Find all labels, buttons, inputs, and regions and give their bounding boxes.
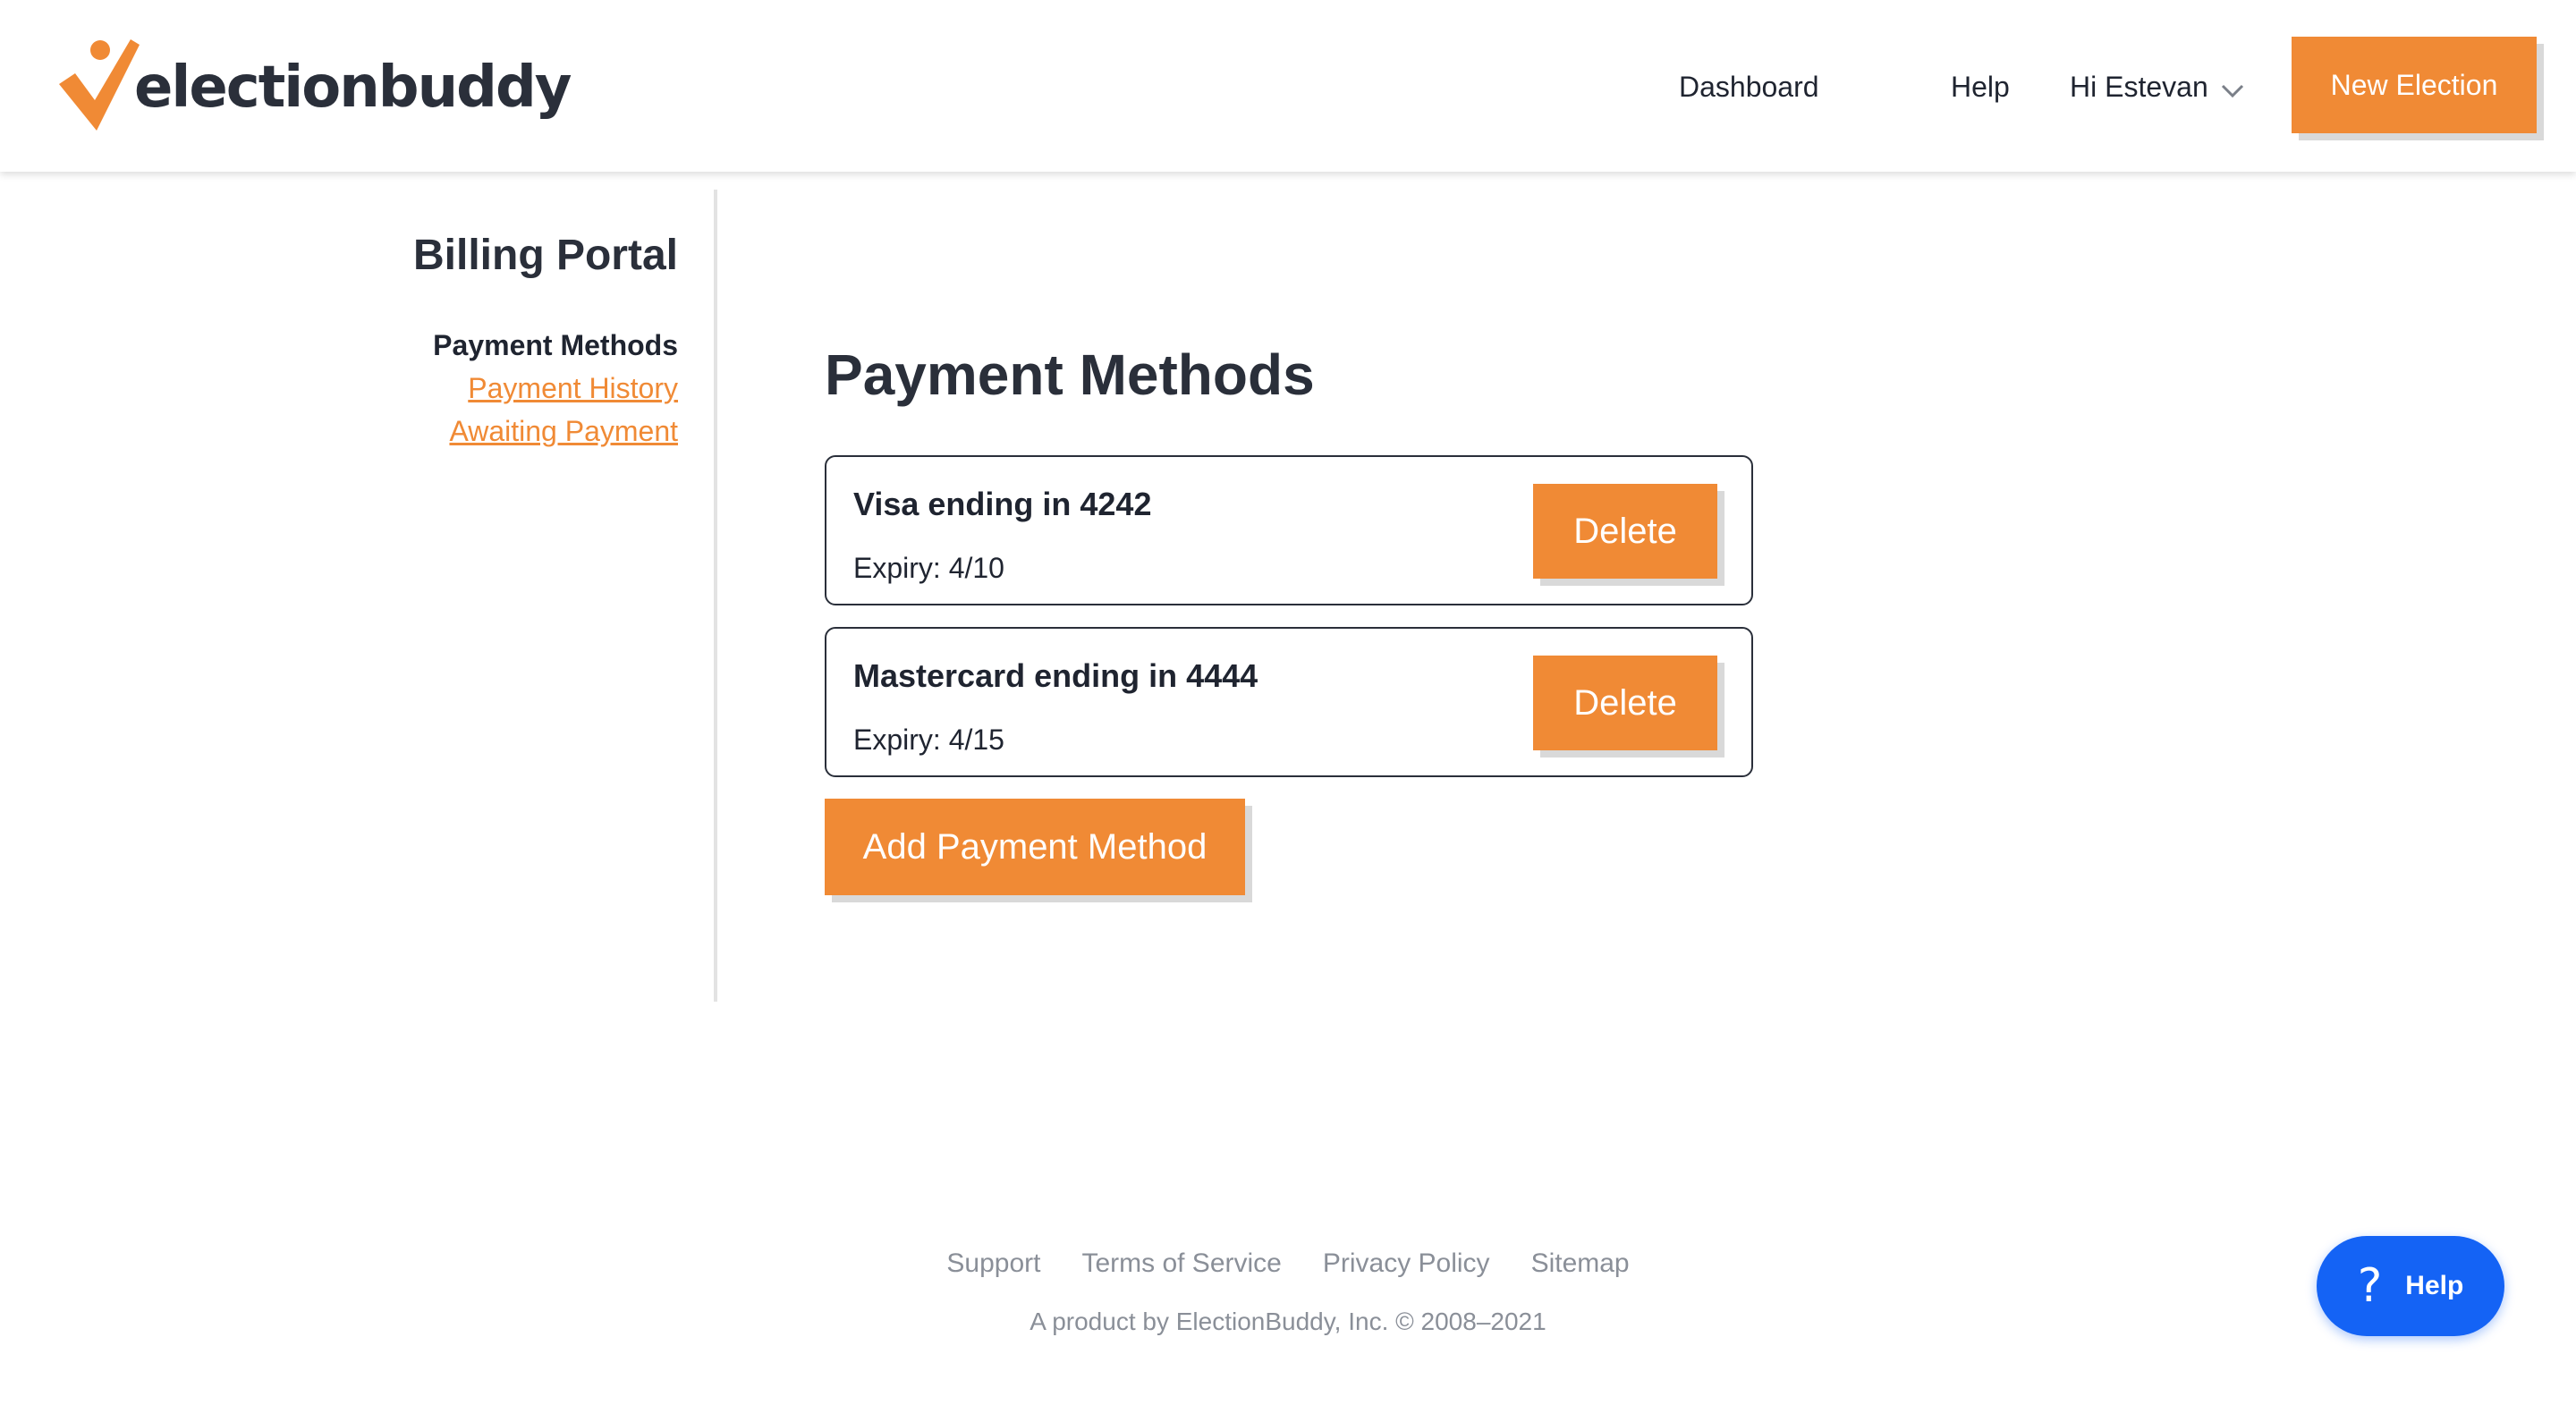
- new-election-button[interactable]: New Election: [2292, 37, 2537, 133]
- delete-button[interactable]: Delete: [1533, 656, 1717, 750]
- payment-method-card: Visa ending in 4242 Expiry: 4/10 Delete: [825, 455, 1753, 605]
- sidebar-item-payment-methods[interactable]: Payment Methods: [433, 324, 678, 367]
- footer-privacy-link[interactable]: Privacy Policy: [1323, 1248, 1490, 1279]
- footer-sitemap-link[interactable]: Sitemap: [1531, 1248, 1630, 1279]
- payment-method-card: Mastercard ending in 4444 Expiry: 4/15 D…: [825, 627, 1753, 777]
- nav-dashboard-link[interactable]: Dashboard: [1679, 71, 1819, 104]
- site-header: electionbuddy Dashboard Help Hi Estevan …: [0, 0, 2576, 172]
- payment-method-title: Visa ending in 4242: [853, 486, 1152, 522]
- user-menu[interactable]: Hi Estevan: [2070, 71, 2244, 104]
- sidebar-divider: [714, 190, 717, 1002]
- payment-method-expiry: Expiry: 4/10: [853, 552, 1004, 584]
- add-payment-method-button[interactable]: Add Payment Method: [825, 799, 1245, 895]
- help-widget-button[interactable]: ? Help: [2317, 1236, 2504, 1336]
- logo[interactable]: electionbuddy: [57, 36, 572, 134]
- footer-terms-link[interactable]: Terms of Service: [1081, 1248, 1281, 1279]
- sidebar-item-awaiting-payment[interactable]: Awaiting Payment: [433, 410, 678, 453]
- footer-support-link[interactable]: Support: [946, 1248, 1040, 1279]
- footer-links: Support Terms of Service Privacy Policy …: [0, 1248, 2576, 1279]
- question-mark-icon: ?: [2357, 1259, 2383, 1313]
- help-widget-label: Help: [2405, 1271, 2464, 1300]
- sidebar-nav: Payment Methods Payment History Awaiting…: [433, 324, 678, 453]
- user-greeting: Hi Estevan: [2070, 71, 2208, 103]
- footer-copyright: A product by ElectionBuddy, Inc. © 2008–…: [1030, 1308, 1546, 1335]
- page-title: Payment Methods: [825, 343, 1315, 407]
- payment-method-title: Mastercard ending in 4444: [853, 657, 1258, 694]
- chevron-down-icon: [2221, 84, 2243, 97]
- delete-button[interactable]: Delete: [1533, 484, 1717, 579]
- sidebar-item-payment-history[interactable]: Payment History: [433, 367, 678, 410]
- sidebar-title: Billing Portal: [412, 232, 678, 279]
- nav-help-link[interactable]: Help: [1951, 71, 2010, 104]
- checkmark-person-logo-icon: [59, 39, 140, 131]
- logo-text: electionbuddy: [134, 55, 572, 121]
- payment-method-expiry: Expiry: 4/15: [853, 724, 1004, 756]
